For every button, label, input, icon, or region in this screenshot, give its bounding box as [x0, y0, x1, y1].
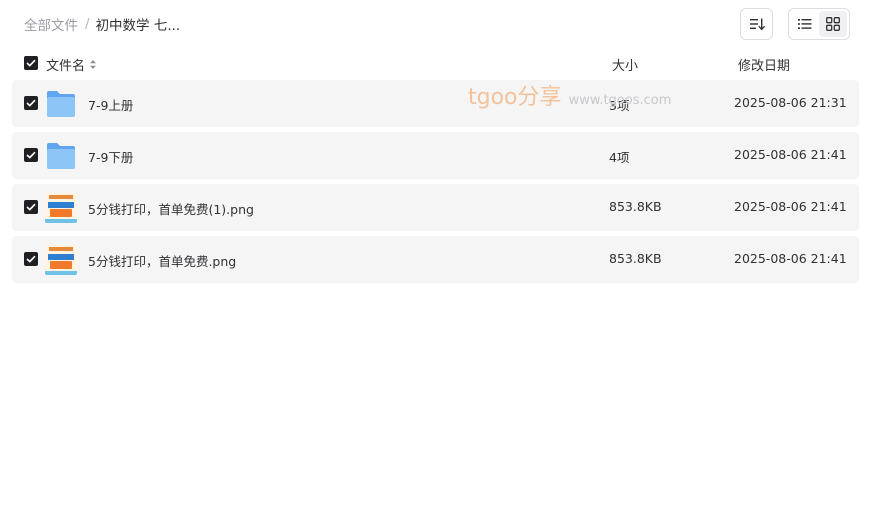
file-size: 853.8KB: [609, 251, 662, 266]
file-list: 7-9上册 3项 2025-08-06 21:31 7-9下册 4项 2025-…: [12, 80, 859, 288]
select-all-checkbox[interactable]: [24, 56, 38, 70]
file-date: 2025-08-06 21:41: [734, 251, 847, 266]
breadcrumb: 全部文件 / 初中数学 七...: [24, 14, 180, 34]
checkmark-icon: [26, 203, 36, 211]
list-view-button[interactable]: [791, 11, 819, 37]
file-row[interactable]: 5分钱打印，首单免费(1).png 853.8KB 2025-08-06 21:…: [12, 184, 859, 231]
breadcrumb-separator: /: [85, 16, 90, 32]
folder-icon: [47, 91, 75, 117]
file-date: 2025-08-06 21:31: [734, 95, 847, 110]
file-date: 2025-08-06 21:41: [734, 199, 847, 214]
file-row[interactable]: 7-9下册 4项 2025-08-06 21:41: [12, 132, 859, 179]
file-list-header: 文件名 大小 修改日期: [0, 50, 874, 78]
file-row[interactable]: 5分钱打印，首单免费.png 853.8KB 2025-08-06 21:41: [12, 236, 859, 283]
size-column-header[interactable]: 大小: [612, 55, 638, 74]
file-name[interactable]: 7-9下册: [88, 147, 133, 166]
file-size: 3项: [609, 98, 630, 113]
breadcrumb-root-link[interactable]: 全部文件: [24, 14, 78, 34]
breadcrumb-current: 初中数学 七...: [95, 18, 181, 34]
sort-arrows-icon: [90, 60, 97, 69]
file-size: 853.8KB: [609, 199, 662, 214]
file-row[interactable]: 7-9上册 3项 2025-08-06 21:31: [12, 80, 859, 127]
folder-icon: [47, 143, 75, 169]
file-size: 4项: [609, 150, 630, 165]
row-checkbox[interactable]: [24, 200, 38, 214]
sort-button[interactable]: [740, 8, 773, 40]
checkmark-icon: [26, 59, 36, 67]
row-checkbox[interactable]: [24, 96, 38, 110]
image-thumbnail-icon: [45, 193, 77, 223]
file-name[interactable]: 7-9上册: [88, 95, 133, 114]
grid-view-button[interactable]: [819, 11, 847, 37]
date-column-header[interactable]: 修改日期: [738, 55, 790, 74]
top-bar: 全部文件 / 初中数学 七...: [0, 0, 874, 48]
file-name[interactable]: 5分钱打印，首单免费.png: [88, 251, 236, 270]
row-checkbox[interactable]: [24, 148, 38, 162]
sort-icon: [749, 18, 765, 31]
row-checkbox[interactable]: [24, 252, 38, 266]
name-column-label: 文件名: [46, 59, 86, 74]
list-view-icon: [798, 19, 812, 29]
file-name[interactable]: 5分钱打印，首单免费(1).png: [88, 199, 254, 218]
checkmark-icon: [26, 255, 36, 263]
checkmark-icon: [26, 151, 36, 159]
file-date: 2025-08-06 21:41: [734, 147, 847, 162]
image-thumbnail-icon: [45, 245, 77, 275]
view-toggle: [788, 8, 850, 40]
checkmark-icon: [26, 99, 36, 107]
name-column-header[interactable]: 文件名: [46, 55, 97, 74]
grid-view-icon: [826, 17, 840, 31]
